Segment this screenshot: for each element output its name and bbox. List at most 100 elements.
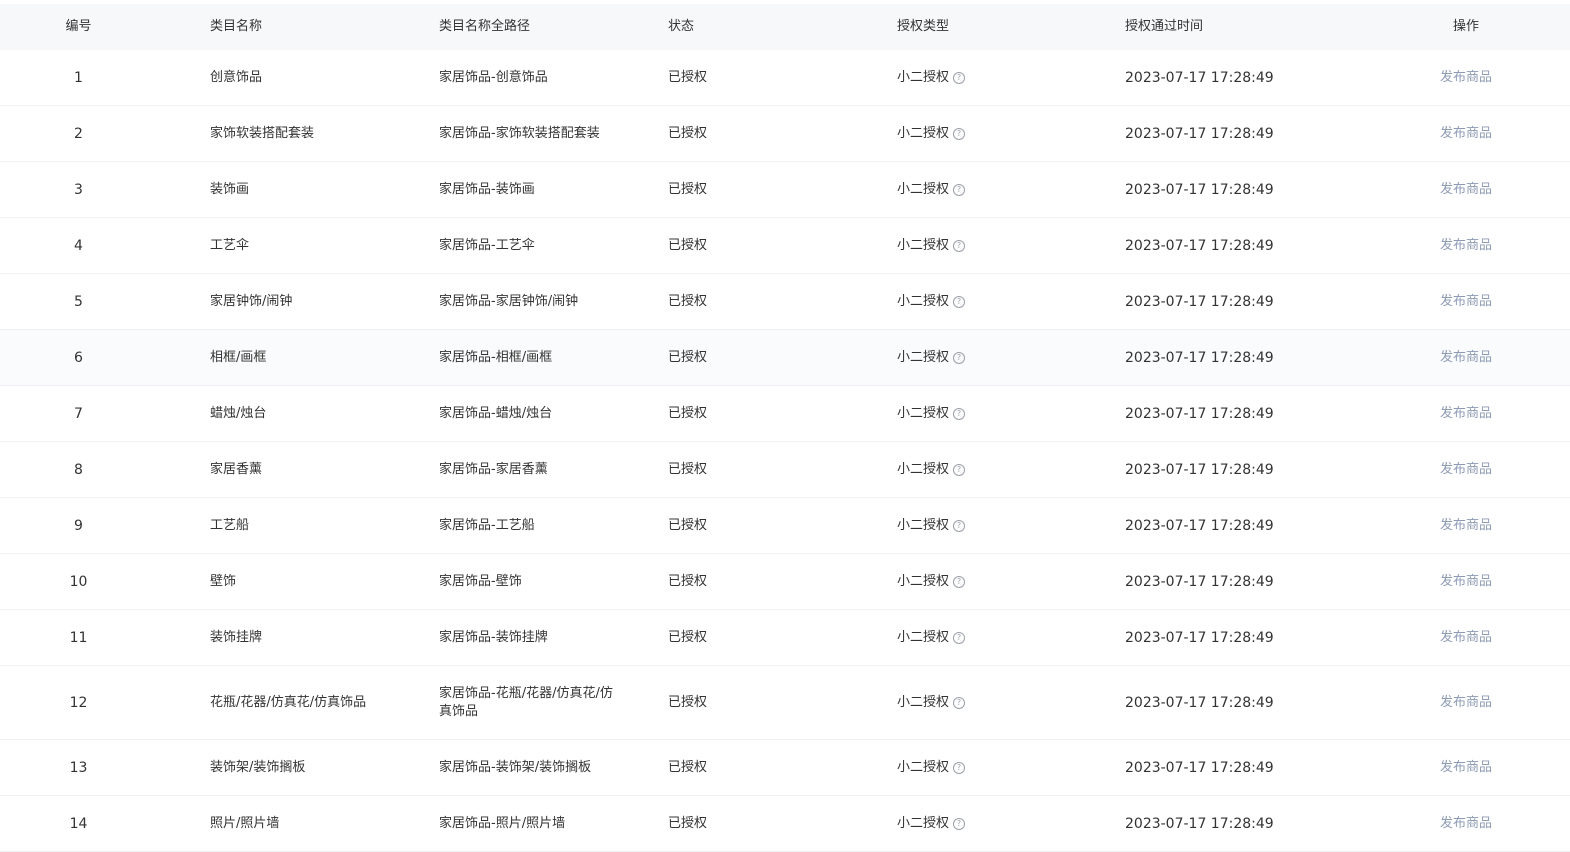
question-circle-icon[interactable]: ? bbox=[953, 183, 966, 196]
row-id: 10 bbox=[69, 573, 88, 590]
table-row: 10 壁饰 家居饰品-壁饰 已授权 小二授权? 2023-07-17 17:28… bbox=[0, 554, 1570, 610]
header-id: 编号 bbox=[65, 19, 92, 34]
publish-product-link[interactable]: 发布商品 bbox=[1440, 237, 1492, 255]
row-status: 已授权 bbox=[668, 405, 708, 421]
question-circle-icon[interactable]: ? bbox=[953, 631, 966, 644]
row-path: 家居饰品-花瓶/花器/仿真花/仿 真饰品 bbox=[439, 666, 639, 739]
row-path-line: 家居饰品-花瓶/花器/仿真花/仿 bbox=[439, 685, 613, 701]
row-status: 已授权 bbox=[668, 349, 708, 365]
auth-type-label: 小二授权 bbox=[897, 349, 950, 365]
row-auth-time: 2023-07-17 17:28:49 bbox=[1125, 629, 1274, 646]
row-status: 已授权 bbox=[668, 694, 708, 710]
row-id: 8 bbox=[74, 461, 83, 478]
question-circle-icon[interactable]: ? bbox=[953, 71, 966, 84]
row-name: 照片/照片墙 bbox=[210, 815, 280, 831]
table-header: 编号 类目名称 类目名称全路径 状态 授权类型 授权通过时间 操作 bbox=[0, 0, 1570, 50]
row-auth-type: 小二授权? bbox=[897, 796, 1097, 851]
publish-product-link[interactable]: 发布商品 bbox=[1440, 349, 1492, 367]
publish-product-link[interactable]: 发布商品 bbox=[1440, 815, 1492, 833]
table-row: 12 花瓶/花器/仿真花/仿真饰品 家居饰品-花瓶/花器/仿真花/仿 真饰品 已… bbox=[0, 666, 1570, 740]
row-auth-time: 2023-07-17 17:28:49 bbox=[1125, 237, 1274, 254]
row-id: 12 bbox=[69, 694, 88, 711]
row-auth-time: 2023-07-17 17:28:49 bbox=[1125, 517, 1274, 534]
publish-product-link[interactable]: 发布商品 bbox=[1440, 125, 1492, 143]
row-status: 已授权 bbox=[668, 517, 708, 533]
row-id: 9 bbox=[74, 517, 83, 534]
row-name: 创意饰品 bbox=[210, 69, 263, 85]
row-status: 已授权 bbox=[668, 125, 708, 141]
row-auth-type: 小二授权? bbox=[897, 50, 1097, 105]
question-circle-icon[interactable]: ? bbox=[953, 407, 966, 420]
table-row: 7 蜡烛/烛台 家居饰品-蜡烛/烛台 已授权 小二授权? 2023-07-17 … bbox=[0, 386, 1570, 442]
row-auth-type: 小二授权? bbox=[897, 330, 1097, 385]
row-name: 工艺船 bbox=[210, 517, 250, 533]
row-name: 蜡烛/烛台 bbox=[210, 405, 267, 421]
row-status: 已授权 bbox=[668, 237, 708, 253]
row-name: 相框/画框 bbox=[210, 349, 267, 365]
row-auth-type: 小二授权? bbox=[897, 218, 1097, 273]
publish-product-link[interactable]: 发布商品 bbox=[1440, 517, 1492, 535]
row-name: 家居钟饰/闹钟 bbox=[210, 293, 293, 309]
publish-product-link[interactable]: 发布商品 bbox=[1440, 69, 1492, 87]
row-status: 已授权 bbox=[668, 293, 708, 309]
auth-type-label: 小二授权 bbox=[897, 461, 950, 477]
header-status: 状态 bbox=[668, 19, 695, 34]
table-row: 13 装饰架/装饰搁板 家居饰品-装饰架/装饰搁板 已授权 小二授权? 2023… bbox=[0, 740, 1570, 796]
row-op: 发布商品 bbox=[1400, 498, 1532, 553]
row-id: 11 bbox=[69, 629, 88, 646]
row-auth-time: 2023-07-17 17:28:49 bbox=[1125, 125, 1274, 142]
auth-type-label: 小二授权 bbox=[897, 759, 950, 775]
row-op: 发布商品 bbox=[1400, 610, 1532, 665]
question-circle-icon[interactable]: ? bbox=[953, 463, 966, 476]
question-circle-icon[interactable]: ? bbox=[953, 519, 966, 532]
publish-product-link[interactable]: 发布商品 bbox=[1440, 461, 1492, 479]
publish-product-link[interactable]: 发布商品 bbox=[1440, 405, 1492, 423]
table-row: 8 家居香薰 家居饰品-家居香薰 已授权 小二授权? 2023-07-17 17… bbox=[0, 442, 1570, 498]
row-path: 家居饰品-壁饰 bbox=[439, 573, 522, 589]
row-op: 发布商品 bbox=[1400, 554, 1532, 609]
row-status: 已授权 bbox=[668, 815, 708, 831]
table-row: 2 家饰软装搭配套装 家居饰品-家饰软装搭配套装 已授权 小二授权? 2023-… bbox=[0, 106, 1570, 162]
row-path: 家居饰品-相框/画框 bbox=[439, 349, 553, 365]
question-circle-icon[interactable]: ? bbox=[953, 575, 966, 588]
table-row: 6 相框/画框 家居饰品-相框/画框 已授权 小二授权? 2023-07-17 … bbox=[0, 330, 1570, 386]
row-op: 发布商品 bbox=[1400, 50, 1532, 105]
row-path: 家居饰品-家饰软装搭配套装 bbox=[439, 125, 600, 141]
row-id: 1 bbox=[74, 69, 83, 86]
header-auth-time: 授权通过时间 bbox=[1125, 19, 1204, 34]
row-auth-type: 小二授权? bbox=[897, 386, 1097, 441]
row-status: 已授权 bbox=[668, 69, 708, 85]
auth-type-label: 小二授权 bbox=[897, 181, 950, 197]
publish-product-link[interactable]: 发布商品 bbox=[1440, 573, 1492, 591]
question-circle-icon[interactable]: ? bbox=[953, 761, 966, 774]
publish-product-link[interactable]: 发布商品 bbox=[1440, 181, 1492, 199]
auth-type-label: 小二授权 bbox=[897, 573, 950, 589]
row-status: 已授权 bbox=[668, 759, 708, 775]
question-circle-icon[interactable]: ? bbox=[953, 295, 966, 308]
row-id: 5 bbox=[74, 293, 83, 310]
question-circle-icon[interactable]: ? bbox=[953, 127, 966, 140]
publish-product-link[interactable]: 发布商品 bbox=[1440, 629, 1492, 647]
row-id: 6 bbox=[74, 349, 83, 366]
row-auth-type: 小二授权? bbox=[897, 162, 1097, 217]
row-id: 2 bbox=[74, 125, 83, 142]
auth-type-label: 小二授权 bbox=[897, 69, 950, 85]
question-circle-icon[interactable]: ? bbox=[953, 351, 966, 364]
row-op: 发布商品 bbox=[1400, 330, 1532, 385]
row-auth-type: 小二授权? bbox=[897, 274, 1097, 329]
publish-product-link[interactable]: 发布商品 bbox=[1440, 694, 1492, 712]
row-path: 家居饰品-家居香薰 bbox=[439, 461, 548, 477]
table-row: 5 家居钟饰/闹钟 家居饰品-家居钟饰/闹钟 已授权 小二授权? 2023-07… bbox=[0, 274, 1570, 330]
question-circle-icon[interactable]: ? bbox=[953, 696, 966, 709]
publish-product-link[interactable]: 发布商品 bbox=[1440, 293, 1492, 311]
row-auth-type: 小二授权? bbox=[897, 666, 1097, 739]
question-circle-icon[interactable]: ? bbox=[953, 239, 966, 252]
row-name: 家居香薰 bbox=[210, 461, 263, 477]
publish-product-link[interactable]: 发布商品 bbox=[1440, 759, 1492, 777]
row-id: 3 bbox=[74, 181, 83, 198]
row-path: 家居饰品-创意饰品 bbox=[439, 69, 548, 85]
question-circle-icon[interactable]: ? bbox=[953, 817, 966, 830]
row-name: 花瓶/花器/仿真花/仿真饰品 bbox=[210, 694, 367, 710]
auth-type-label: 小二授权 bbox=[897, 405, 950, 421]
table-row: 4 工艺伞 家居饰品-工艺伞 已授权 小二授权? 2023-07-17 17:2… bbox=[0, 218, 1570, 274]
